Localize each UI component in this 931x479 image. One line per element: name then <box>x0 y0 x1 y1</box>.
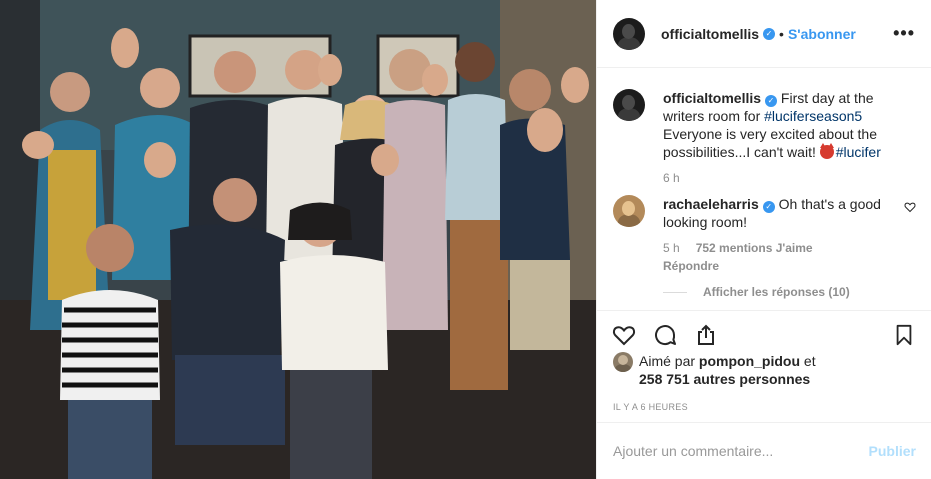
caption-age[interactable]: 6 h <box>663 169 680 187</box>
show-replies-label: Afficher les réponses (10) <box>703 285 850 299</box>
reply-button[interactable]: Répondre <box>663 257 719 275</box>
publish-button[interactable]: Publier <box>869 443 916 459</box>
author-avatar[interactable] <box>613 17 645 50</box>
comments-section[interactable]: officialtomellis ✓ First day at the write… <box>597 69 931 310</box>
hashtag-luciferseason5[interactable]: #luciferseason5 <box>764 108 862 124</box>
likes-count[interactable]: 258 751 autres personnes <box>639 371 810 387</box>
comment-input[interactable] <box>613 443 869 459</box>
comment-meta: 5 h 752 mentions J'aime <box>663 239 903 257</box>
replies-divider <box>663 291 687 293</box>
liked-prefix: Aimé par <box>639 353 699 369</box>
verified-badge-icon: ✓ <box>762 201 775 213</box>
comment-likes[interactable]: 752 mentions J'aime <box>696 239 813 257</box>
liked-middle: et <box>800 353 816 369</box>
more-options-icon[interactable]: ••• <box>893 24 915 42</box>
share-icon[interactable] <box>693 323 719 347</box>
comment-age[interactable]: 5 h <box>663 239 680 257</box>
bookmark-icon[interactable] <box>893 323 915 347</box>
author-username[interactable]: officialtomellis <box>661 26 759 42</box>
post-sidebar: officialtomellis ✓ • S'abonner ••• offic… <box>596 0 931 479</box>
group-photo-image <box>0 0 596 479</box>
post-photo[interactable] <box>0 0 596 479</box>
commenter-username[interactable]: rachaeleharris <box>663 196 759 212</box>
caption-meta: 6 h <box>663 169 903 187</box>
verified-badge-icon: ✓ <box>763 27 776 40</box>
caption-username[interactable]: officialtomellis <box>663 90 761 106</box>
comment-composer: Publier <box>597 422 931 479</box>
liker-username[interactable]: pompon_pidou <box>699 353 800 369</box>
verified-badge-icon: ✓ <box>765 95 778 107</box>
devil-emoji-icon <box>819 143 834 159</box>
comment-reply-row: Répondre <box>663 257 903 275</box>
liker-avatar[interactable] <box>613 352 633 372</box>
instagram-post: officialtomellis ✓ • S'abonner ••• offic… <box>0 0 931 479</box>
heart-icon[interactable] <box>611 323 637 347</box>
post-header: officialtomellis ✓ • S'abonner ••• <box>597 0 931 68</box>
comment-body: rachaeleharris ✓ Oh that's a good looking… <box>663 195 903 275</box>
caption-body: officialtomellis ✓ First day at the write… <box>663 89 903 187</box>
small-heart-icon[interactable] <box>904 201 916 213</box>
hashtag-lucifer[interactable]: #lucifer <box>836 144 881 160</box>
comment-icon[interactable] <box>652 323 678 347</box>
post-timestamp[interactable]: IL Y A 6 HEURES <box>613 402 688 412</box>
caption-avatar[interactable] <box>613 89 645 121</box>
follow-button[interactable]: S'abonner <box>788 26 856 42</box>
liked-by: Aimé par pompon_pidou et 258 751 autres … <box>613 352 816 388</box>
liked-by-text: Aimé par pompon_pidou et 258 751 autres … <box>639 352 816 388</box>
comment-item: rachaeleharris ✓ Oh that's a good looking… <box>613 195 916 275</box>
show-replies-button[interactable]: Afficher les réponses (10) <box>663 285 916 299</box>
commenter-avatar[interactable] <box>613 195 645 227</box>
caption: officialtomellis ✓ First day at the write… <box>613 89 916 187</box>
separator-dot: • <box>779 25 784 42</box>
